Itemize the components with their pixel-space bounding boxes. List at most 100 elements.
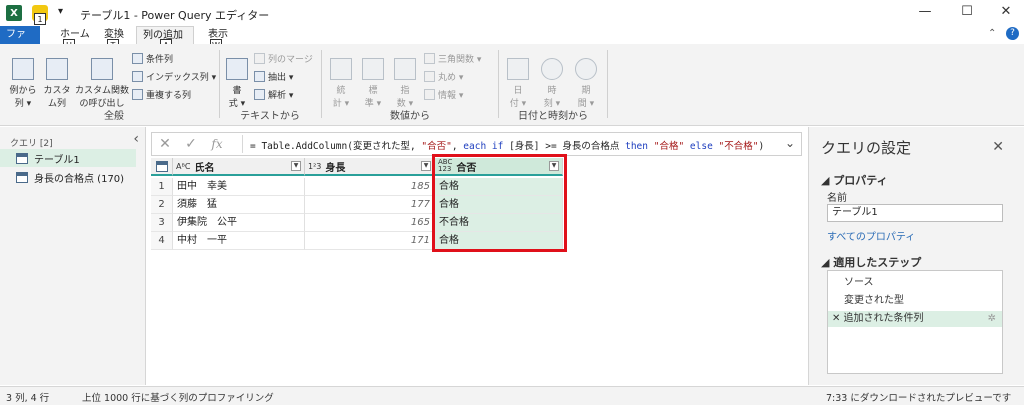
cancel-formula-icon[interactable]: ✕ [152, 136, 178, 152]
applied-steps-list: ソース 変更された型 ✕ 追加された条件列 ✲ [827, 270, 1003, 374]
collapse-ribbon-icon[interactable]: ⌃ [988, 28, 996, 39]
help-icon[interactable]: ? [1006, 27, 1019, 40]
formula-text[interactable]: = Table.AddColumn(変更された型, "合否", each if … [250, 138, 764, 152]
date-button[interactable]: 日 付 ▾ [505, 48, 531, 109]
group-number: 統 計 ▾ 標 準 ▾ 指 数 ▾ 三角関数 ▾ 丸め ▾ 情報 ▾ 数値から [322, 44, 498, 126]
step-changed-type[interactable]: 変更された型 [828, 293, 1002, 309]
cell-name[interactable]: 伊集院 公平 [173, 214, 305, 232]
cell-name[interactable]: 中村 一平 [173, 232, 305, 250]
cell-name[interactable]: 須藤 猛 [173, 196, 305, 214]
quick-access-icon[interactable]: 1 [32, 5, 48, 25]
name-label: 名前 [827, 193, 847, 204]
queries-header: クエリ [2] [10, 139, 53, 149]
gear-icon[interactable]: ✲ [988, 311, 996, 327]
query-item-height-pass[interactable]: 身長の合格点 (170) [0, 168, 136, 186]
group-text: 書 式 ▾ 列のマージ 抽出 ▾ 解析 ▾ テキストから [220, 44, 320, 126]
table-icon [155, 160, 168, 172]
applied-steps-header[interactable]: ◢ 適用したステップ [821, 254, 921, 270]
parse-button[interactable]: 解析 ▾ [254, 88, 293, 101]
format-icon [226, 58, 248, 80]
excel-icon: X [6, 5, 22, 21]
confirm-formula-icon[interactable]: ✓ [178, 136, 204, 152]
row-number: 4 [151, 232, 173, 250]
cell-name[interactable]: 田中 幸美 [173, 178, 305, 196]
function-icon [91, 58, 113, 80]
keytip-badge: 1 [34, 13, 46, 25]
tab-file[interactable]: ファイル [0, 26, 40, 58]
status-bar: 3 列, 4 行 上位 1000 行に基づく列のプロファイリング 7:33 にダ… [0, 386, 1024, 405]
column-profiling-status[interactable]: 上位 1000 行に基づく列のプロファイリング [82, 390, 274, 404]
duplicate-column-button[interactable]: 重複する列 [132, 88, 191, 101]
invoke-custom-function-button[interactable]: カスタム関数 の呼び出し [74, 48, 130, 109]
stopwatch-icon [575, 58, 597, 80]
group-label-text: テキストから [240, 111, 300, 122]
filter-dropdown-icon[interactable]: ▼ [421, 161, 431, 171]
query-item-table1[interactable]: テーブル1 [0, 149, 136, 167]
column-from-examples-button[interactable]: 例から 列 ▾ [6, 48, 40, 109]
query-settings-pane: クエリの設定 ✕ ◢ プロパティ 名前 テーブル1 すべてのプロパティ ◢ 適用… [808, 127, 1024, 385]
formula-separator [242, 135, 243, 153]
group-label-number: 数値から [390, 111, 430, 122]
column-header-name[interactable]: AᴮC 氏名 ▼ [173, 158, 305, 176]
filter-dropdown-icon[interactable]: ▼ [291, 161, 301, 171]
statistics-button[interactable]: 統 計 ▾ [328, 48, 354, 109]
custom-column-button[interactable]: カスタ ム列 [42, 48, 72, 109]
row-column-count: 3 列, 4 行 [6, 393, 50, 404]
number-type-icon[interactable]: 1²3 [308, 162, 321, 171]
text-type-icon[interactable]: AᴮC [176, 162, 191, 171]
ribbon-tabs: ファイル F ホーム H 変換 T 列の追加 A 表示 W ⌃ ? [0, 26, 1024, 68]
cell-height[interactable]: 165 [305, 214, 435, 232]
all-properties-link[interactable]: すべてのプロパティ [827, 228, 915, 243]
duplicate-icon [132, 89, 143, 100]
scientific-button[interactable]: 指 数 ▾ [392, 48, 418, 109]
row-number: 1 [151, 178, 173, 196]
conditional-icon [132, 53, 143, 64]
group-general: 例から 列 ▾ カスタ ム列 カスタム関数 の呼び出し 条件列 インデックス列 … [0, 44, 228, 126]
expand-formula-icon[interactable]: ⌄ [785, 136, 795, 150]
properties-header[interactable]: ◢ プロパティ [821, 172, 888, 188]
index-column-button[interactable]: インデックス列 ▾ [132, 70, 216, 83]
qat-dropdown-icon[interactable]: ▾ [58, 6, 63, 17]
time-button[interactable]: 時 刻 ▾ [539, 48, 565, 109]
table-icon [16, 171, 28, 183]
window-title: テーブル1 - Power Query エディター [80, 9, 270, 22]
collapse-pane-icon[interactable]: ‹ [133, 131, 139, 147]
group-label-datetime: 日付と時刻から [518, 111, 588, 122]
conditional-column-button[interactable]: 条件列 [132, 52, 173, 65]
column-header-height[interactable]: 1²3 身長 ▼ [305, 158, 435, 176]
data-grid: AᴮC 氏名 ▼ 1²3 身長 ▼ ABC 123 合否 ▼ 1 田中 幸美 185 … [151, 154, 802, 386]
step-source[interactable]: ソース [828, 275, 1002, 291]
close-icon[interactable]: ✕ [992, 139, 1004, 155]
rounding-icon [424, 71, 435, 82]
information-button[interactable]: 情報 ▾ [424, 88, 463, 101]
cell-height[interactable]: 171 [305, 232, 435, 250]
preview-time: 7:33 にダウンロードされたプレビューです [826, 393, 1012, 404]
group-datetime: 日 付 ▾ 時 刻 ▾ 期 間 ▾ 日付と時刻から [499, 44, 607, 126]
custom-column-icon [46, 58, 68, 80]
ribbon: 例から 列 ▾ カスタ ム列 カスタム関数 の呼び出し 条件列 インデックス列 … [0, 44, 1024, 126]
parse-icon [254, 89, 265, 100]
merge-icon [254, 53, 265, 64]
cell-height[interactable]: 177 [305, 196, 435, 214]
highlight-box [432, 154, 567, 252]
step-added-conditional-column[interactable]: ✕ 追加された条件列 ✲ [828, 311, 1002, 327]
query-settings-title: クエリの設定 [821, 139, 912, 157]
fx-icon[interactable]: fx [204, 137, 230, 151]
close-button[interactable]: ✕ [996, 4, 1016, 19]
duration-button[interactable]: 期 間 ▾ [573, 48, 599, 109]
maximize-button[interactable]: ☐ [957, 4, 977, 19]
query-name-field[interactable]: テーブル1 [827, 204, 1003, 222]
cell-height[interactable]: 185 [305, 178, 435, 196]
table-menu-button[interactable] [151, 158, 173, 176]
rounding-button[interactable]: 丸め ▾ [424, 70, 463, 83]
arithmetic-icon [362, 58, 384, 80]
minimize-button[interactable]: — [915, 4, 935, 19]
formula-bar[interactable]: ✕ ✓ fx = Table.AddColumn(変更された型, "合否", e… [151, 132, 802, 156]
triangle-icon [424, 53, 435, 64]
trigonometry-button[interactable]: 三角関数 ▾ [424, 52, 481, 65]
format-button[interactable]: 書 式 ▾ [224, 48, 250, 109]
standard-button[interactable]: 標 準 ▾ [360, 48, 386, 109]
group-label-general: 全般 [104, 111, 124, 122]
extract-button[interactable]: 抽出 ▾ [254, 70, 293, 83]
merge-columns-button[interactable]: 列のマージ [254, 52, 313, 65]
